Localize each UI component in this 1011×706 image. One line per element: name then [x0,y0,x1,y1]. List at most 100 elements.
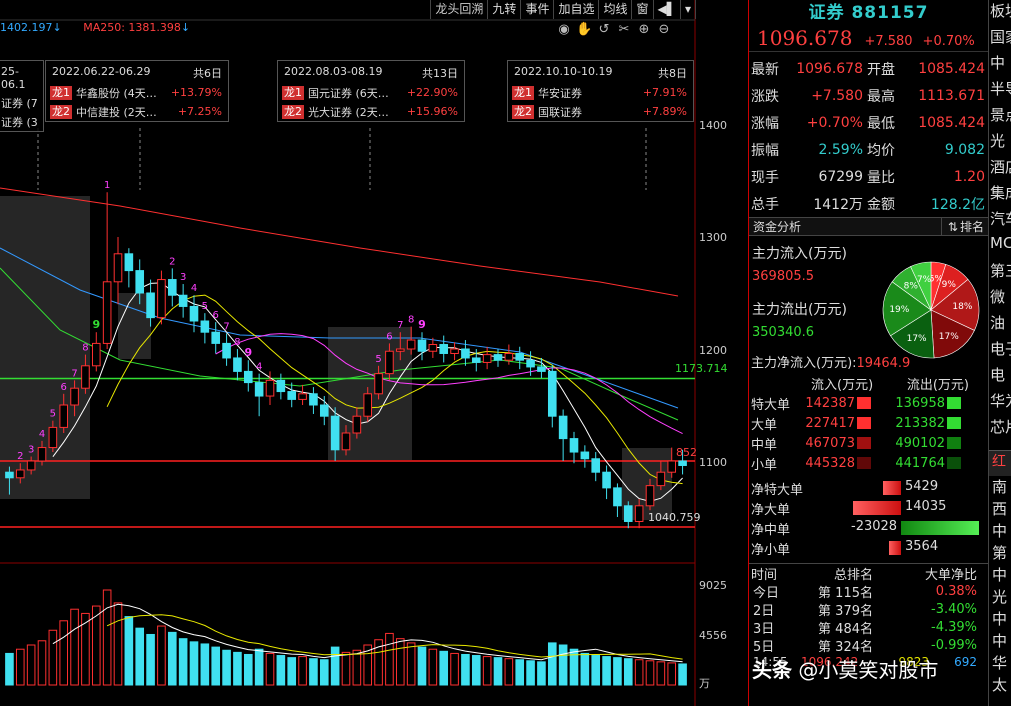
sector-item[interactable]: 微 [989,286,1011,312]
quote-key: 最低 [867,115,895,132]
nine-turn-marker: 7 [71,368,77,379]
volume-bar-up [634,659,644,686]
sector-item[interactable]: 西 [989,498,1011,520]
flow-row: 特大单 142387 136958 [749,393,988,413]
sector-item[interactable]: 中 [989,52,1011,78]
outflow-value: 441764 [895,455,945,471]
sector-item[interactable]: 汽车 [989,208,1011,234]
security-title[interactable]: 证券 881157 [749,0,988,26]
sector-list: 板块国家中半导景点光酒店集成汽车MC第三微油电子电华为芯片 [989,0,1011,442]
reset-icon[interactable]: ↺ [596,22,612,37]
toolbar-nav-icon[interactable]: ◀▌ [654,0,681,19]
toolbar-add-watchlist-button[interactable]: 加自选 [554,0,600,19]
sector-item[interactable]: 景点 [989,104,1011,130]
sector-item[interactable]: 华为 [989,390,1011,416]
event-days: 共6日 [193,67,222,80]
candle-up [113,253,123,283]
event-box[interactable]: 2022.08.03-08.19 共13日 龙1 国元证券 (6天… +22.90% … [277,60,465,122]
inflow-value: 445328 [805,455,855,471]
rank-row: 5日 第 324名 -0.99% [749,636,988,655]
sector-item[interactable]: 中 [989,564,1011,586]
sector-item[interactable]: 电 [989,364,1011,390]
zoom-in-icon[interactable]: ⊕ [636,22,652,37]
net-flow-row: 净大单 14035 [749,497,988,518]
volume-bar-up [341,651,351,686]
event-box[interactable]: 2022.10.10-10.19 共8日 龙1 华安证券 +7.91% 龙2 国联证券 +… [507,60,694,122]
eye-icon[interactable]: ◉ [556,22,572,37]
rank-icon: ⇅ [947,219,958,234]
kline-chart-area[interactable]: 23456789123456789456789 龙头回溯 九转 事件 加自选 均… [0,0,748,706]
sector-item[interactable]: 华 [989,652,1011,674]
pie-slice-label: 7% [917,275,932,285]
sector-item[interactable]: 酒店 [989,156,1011,182]
toolbar-nine-turn-button[interactable]: 九转 [488,0,522,19]
candle-down [591,458,601,473]
inflow-value: 142387 [805,395,855,411]
watermark-logo: 头条 [752,658,792,682]
quote-value: 1085.424 [918,60,985,77]
event-stock-name: 国联证券 [538,105,582,119]
quote-key: 最高 [867,88,895,105]
volume-bar-up [26,644,36,686]
leader-tag: 龙1 [282,85,304,100]
quote-value: +0.70% [806,114,863,131]
sector-item[interactable]: 南 [989,476,1011,498]
outflow-swatch [947,457,961,469]
net-flow-table: 净特大单 5429 净大单 14035 净中单 -23028 净小单 3564 [749,477,988,558]
toolbar-ma-button[interactable]: 均线 [599,0,633,19]
sector-item[interactable]: 光 [989,130,1011,156]
capital-analysis: 主力流入(万元) 369805.5 主力流出(万元) 350340.6 主力净流… [749,236,988,373]
main-inflow-label: 主力流入(万元) [752,246,847,262]
event-date: 2022.10.10-10.19 [514,65,613,78]
candle-down [461,348,470,359]
inflow-value: 227417 [805,415,855,431]
zoom-out-icon[interactable]: ⊖ [656,22,672,37]
outflow-value: 213382 [895,415,945,431]
toolbar-event-button[interactable]: 事件 [521,0,555,19]
outflow-swatch [947,437,961,449]
net-flow-bar [853,501,901,515]
sector-item[interactable]: 电子 [989,338,1011,364]
upper-level-label: 1173.714 [675,362,728,375]
rank-button[interactable]: ⇅ 排名 [940,218,988,235]
outflow-swatch [947,417,961,429]
toolbar-dragon-head-button[interactable]: 龙头回溯 [431,0,489,19]
net-flow-value: 5429 [905,479,939,494]
capital-section-title[interactable]: 资金分析 [753,218,801,235]
toolbar-dropdown-icon[interactable]: ▾ [681,0,696,19]
volume-bar-down [591,655,601,686]
sector-item[interactable]: 中 [989,630,1011,652]
sector-item[interactable]: 油 [989,312,1011,338]
rank-ratio: -4.39% [931,619,977,635]
event-box-partial[interactable]: 25-06.1 证券 (7 证券 (3 [0,60,44,132]
quote-key: 量比 [867,169,895,186]
sector-item[interactable]: 芯片 [989,416,1011,442]
volume-bar-up [59,620,69,686]
volume-bar-down [678,663,687,686]
event-box[interactable]: 2022.06.22-06.29 共6日 龙1 华鑫股份 (4天… +13.79% 龙… [45,60,229,122]
sidebar-tab-red[interactable]: 红 [989,450,1011,476]
hand-icon[interactable]: ✋ [576,22,592,37]
rank-time-header: 时间 [751,567,778,583]
sector-item[interactable]: 板块 [989,0,1011,26]
sector-item[interactable]: 中 [989,608,1011,630]
sector-item[interactable]: 国家 [989,26,1011,52]
nine-turn-marker: 8 [234,337,240,348]
sector-item[interactable]: 第三 [989,260,1011,286]
scissors-icon[interactable]: ✂ [616,22,632,37]
quote-key: 涨跌 [751,88,779,105]
toolbar-window-button[interactable]: 窗 [632,0,654,19]
candle-up [37,447,47,462]
sector-item[interactable]: 太 [989,674,1011,696]
candle-down [243,370,253,384]
sector-item[interactable]: 半导 [989,78,1011,104]
sector-item[interactable]: 中 [989,520,1011,542]
volume-bar-down [243,653,253,686]
sector-item[interactable]: 集成 [989,182,1011,208]
sector-item[interactable]: MC [989,234,1011,260]
right-level-label: 852 [676,446,697,459]
sector-item[interactable]: 第 [989,542,1011,564]
volume-bar-down [233,651,242,686]
sector-item[interactable]: 光 [989,586,1011,608]
volume-bar-up [113,602,123,686]
